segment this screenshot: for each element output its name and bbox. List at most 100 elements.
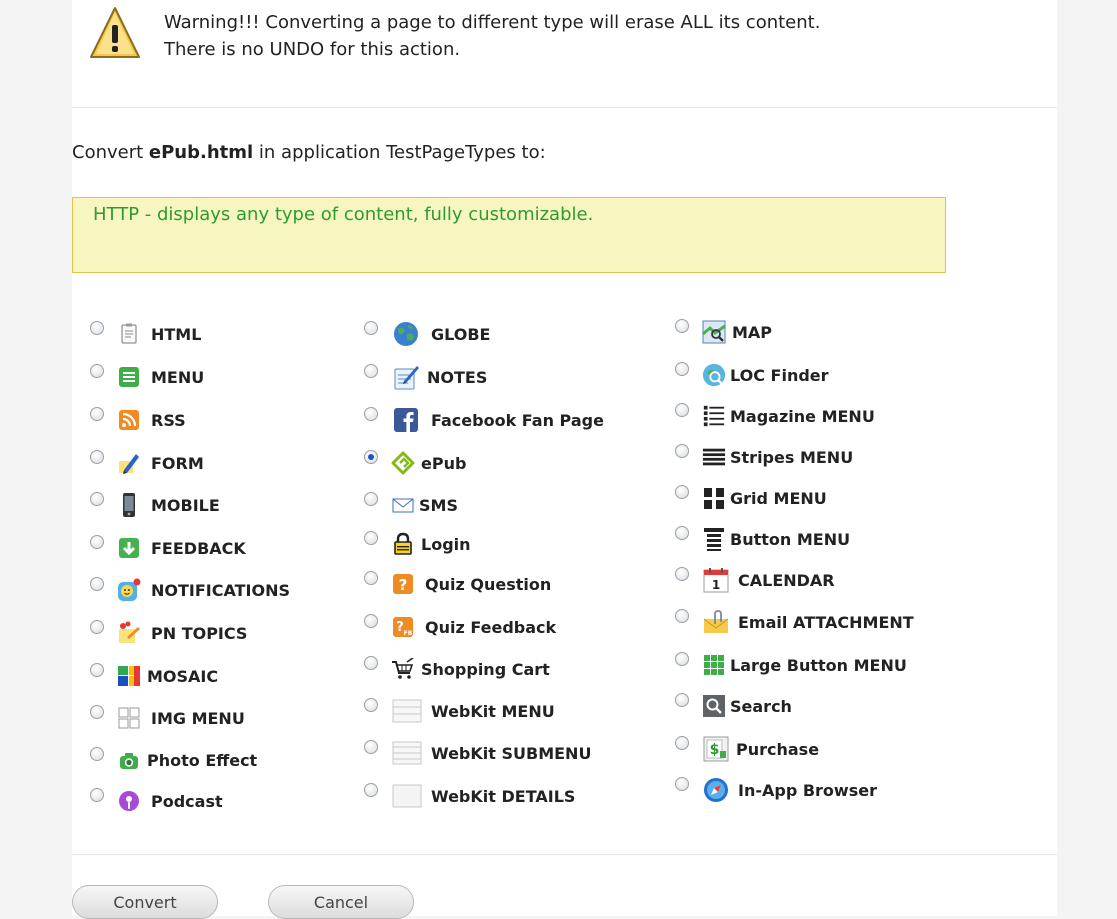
option-img-menu[interactable]: IMG MENU [90,704,245,732]
option-rss[interactable]: RSS [90,406,186,434]
option-facebook-fan-page[interactable]: Facebook Fan Page [364,406,604,434]
radio-feedback[interactable] [90,535,104,549]
option-in-app-browser[interactable]: In-App Browser [675,776,877,804]
option-label: Quiz Question [425,574,552,594]
radio-rss[interactable] [90,407,104,421]
radio-calendar[interactable] [675,567,689,581]
option-search[interactable]: Search [675,692,792,720]
option-purchase[interactable]: $ Purchase [675,735,819,763]
radio-map[interactable] [675,319,689,333]
convert-file-name: ePub.html [148,142,254,163]
webkit-submenu-icon [391,741,423,765]
photo-effect-icon [117,748,141,772]
radio-in-app-browser[interactable] [675,777,689,791]
purchase-icon: $ [702,736,730,762]
radio-webkit-details[interactable] [364,783,378,797]
radio-grid-menu[interactable] [675,485,689,499]
option-pn-topics[interactable]: PN TOPICS [90,619,247,647]
radio-img-menu[interactable] [90,705,104,719]
option-menu[interactable]: MENU [90,363,204,391]
option-feedback[interactable]: FEEDBACK [90,534,246,562]
convert-suffix: in application TestPageTypes to: [253,142,546,163]
radio-photo-effect[interactable] [90,747,104,761]
option-label: NOTIFICATIONS [151,580,291,600]
option-webkit-menu[interactable]: WebKit MENU [364,697,555,725]
facebook-icon [391,408,421,432]
radio-facebook-fan-page[interactable] [364,407,378,421]
radio-email-attachment[interactable] [675,609,689,623]
webkit-menu-icon [391,699,423,723]
email-attachment-icon [702,610,730,634]
radio-loc-finder[interactable] [675,362,689,376]
option-large-button-menu[interactable]: Large Button MENU [675,651,907,679]
option-podcast[interactable]: Podcast [90,787,223,815]
svg-text:?: ? [399,576,408,594]
option-shopping-cart[interactable]: Shopping Cart [364,655,550,683]
radio-notifications[interactable] [90,577,104,591]
option-button-menu[interactable]: Button MENU [675,525,850,553]
radio-button-menu[interactable] [675,526,689,540]
radio-quiz-feedback[interactable] [364,614,378,628]
option-mobile[interactable]: MOBILE [90,491,220,519]
radio-stripes-menu[interactable] [675,444,689,458]
radio-mobile[interactable] [90,492,104,506]
option-quiz-question[interactable]: ? Quiz Question [364,570,551,598]
option-notifications[interactable]: NOTIFICATIONS [90,576,290,604]
option-webkit-details[interactable]: WebKit DETAILS [364,782,575,810]
warning-line-2: There is no UNDO for this action. [164,39,461,60]
svg-text:FB: FB [404,630,413,637]
radio-login[interactable] [364,531,378,545]
option-label: Podcast [151,791,223,811]
feedback-icon [117,536,141,560]
webkit-details-icon [391,784,423,808]
radio-webkit-menu[interactable] [364,698,378,712]
radio-magazine-menu[interactable] [675,403,689,417]
option-label: Purchase [736,739,820,759]
img-menu-icon [117,706,141,730]
option-label: Large Button MENU [730,655,907,675]
option-sms[interactable]: SMS [364,491,458,519]
cancel-button[interactable]: Cancel [268,885,414,919]
epub-icon [391,451,415,475]
option-login[interactable]: Login [364,530,471,558]
radio-podcast[interactable] [90,788,104,802]
radio-quiz-question[interactable] [364,571,378,585]
option-html[interactable]: HTML [90,320,201,348]
option-grid-menu[interactable]: Grid MENU [675,484,827,512]
option-email-attachment[interactable]: Email ATTACHMENT [675,608,914,636]
option-stripes-menu[interactable]: Stripes MENU [675,443,853,471]
radio-html[interactable] [90,321,104,335]
radio-menu[interactable] [90,364,104,378]
radio-sms[interactable] [364,492,378,506]
option-label: FEEDBACK [151,538,246,558]
radio-large-button-menu[interactable] [675,652,689,666]
option-mosaic[interactable]: MOSAIC [90,662,218,690]
option-loc-finder[interactable]: LOC Finder [675,361,829,389]
radio-search[interactable] [675,693,689,707]
option-label: IMG MENU [151,708,245,728]
radio-purchase[interactable] [675,736,689,750]
option-quiz-feedback[interactable]: ? FB Quiz Feedback [364,613,556,641]
option-webkit-submenu[interactable]: WebKit SUBMENU [364,739,591,767]
radio-webkit-submenu[interactable] [364,740,378,754]
radio-pn-topics[interactable] [90,620,104,634]
radio-form[interactable] [90,450,104,464]
radio-notes[interactable] [364,364,378,378]
option-label: HTML [151,324,202,344]
mobile-icon [117,493,141,517]
option-epub[interactable]: ePub [364,449,466,477]
option-map[interactable]: MAP [675,318,772,346]
radio-mosaic[interactable] [90,663,104,677]
option-notes[interactable]: NOTES [364,363,487,391]
option-photo-effect[interactable]: Photo Effect [90,746,257,774]
convert-button[interactable]: Convert [72,885,218,919]
radio-shopping-cart[interactable] [364,656,378,670]
map-icon [702,320,726,344]
option-form[interactable]: FORM [90,449,204,477]
option-globe[interactable]: GLOBE [364,320,490,348]
option-calendar[interactable]: 1 CALENDAR [675,566,835,594]
lock-icon [391,532,415,556]
option-magazine-menu[interactable]: Magazine MENU [675,402,875,430]
radio-globe[interactable] [364,321,378,335]
radio-epub[interactable] [364,450,378,464]
